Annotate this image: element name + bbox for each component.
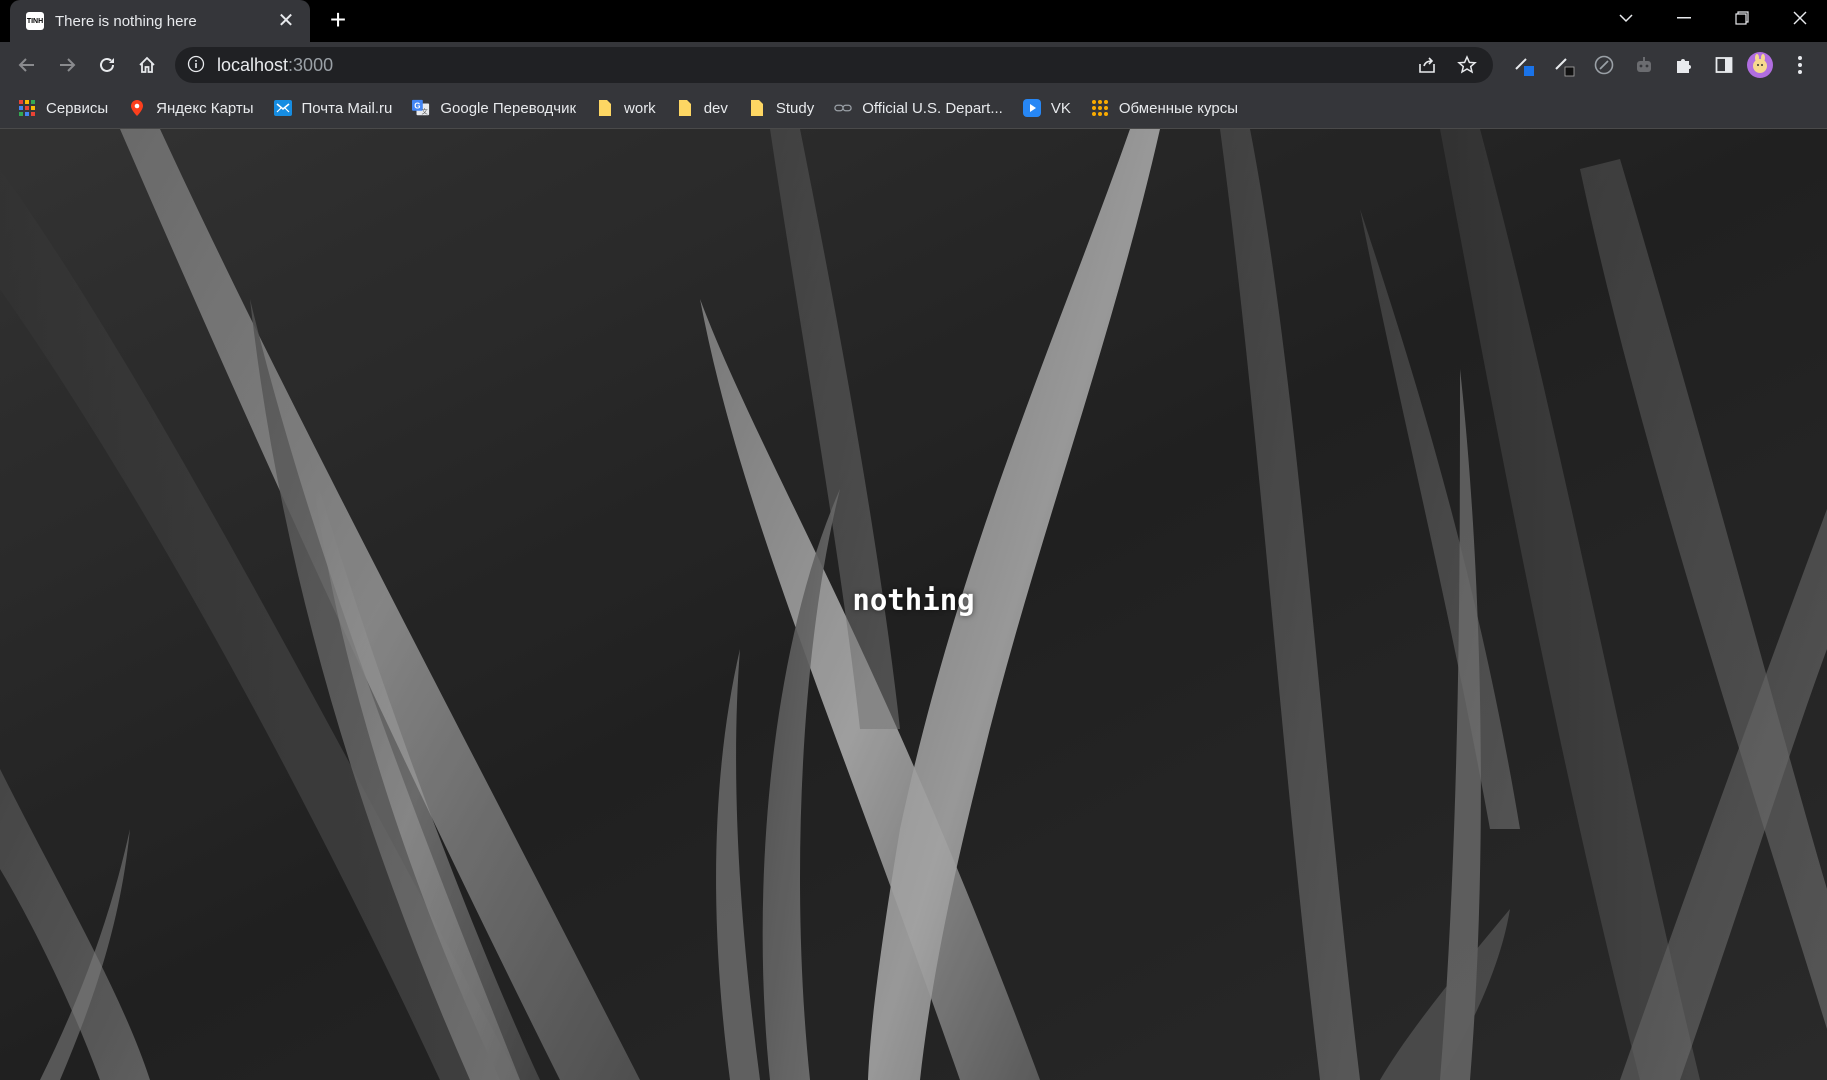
bookmark-official-us-dept[interactable]: Official U.S. Depart... [834, 93, 1013, 123]
translate-icon: G文 [412, 99, 430, 117]
folder-icon [676, 99, 694, 117]
mail-icon [273, 99, 292, 117]
url-port: :3000 [288, 55, 334, 75]
bookmark-exchange-rates[interactable]: Обменные курсы [1091, 93, 1248, 123]
bookmark-vk[interactable]: VK [1022, 93, 1081, 123]
svg-text:文: 文 [422, 106, 429, 115]
page-content: nothing [0, 129, 1827, 1080]
tab-title: There is nothing here [55, 12, 197, 30]
play-icon [1022, 99, 1041, 117]
title-bar: TINH There is nothing here ✕ + [0, 0, 1827, 42]
bookmark-services[interactable]: Сервисы [18, 93, 118, 123]
map-pin-icon [128, 99, 146, 117]
back-button[interactable] [11, 49, 43, 81]
bookmark-yandex-maps[interactable]: Яндекс Карты [128, 93, 263, 123]
extension-pen-blue-icon[interactable] [1508, 49, 1540, 81]
bookmark-mail-ru[interactable]: Почта Mail.ru [273, 93, 403, 123]
extensions-puzzle-icon[interactable] [1668, 49, 1700, 81]
bookmark-label: Яндекс Карты [156, 99, 254, 117]
bookmark-folder-study[interactable]: Study [748, 93, 824, 123]
address-bar[interactable]: localhost:3000 [175, 47, 1493, 83]
home-button[interactable] [131, 49, 163, 81]
bookmark-label: Google Переводчик [440, 99, 577, 117]
side-panel-icon[interactable] [1708, 49, 1740, 81]
reload-button[interactable] [91, 49, 123, 81]
tab-favicon: TINH [26, 12, 44, 30]
share-icon[interactable] [1417, 55, 1437, 80]
bookmark-label: Обменные курсы [1118, 99, 1238, 117]
bookmark-label: VK [1050, 99, 1071, 117]
bookmark-label: Study [775, 99, 815, 117]
active-tab[interactable]: TINH There is nothing here ✕ [10, 0, 310, 42]
folder-icon [748, 99, 766, 117]
menu-kebab-icon[interactable] [1784, 49, 1816, 81]
forward-button[interactable] [51, 49, 83, 81]
bookmark-label: Почта Mail.ru [301, 99, 393, 117]
bookmark-label: Official U.S. Depart... [862, 99, 1003, 117]
tab-close-icon[interactable]: ✕ [272, 11, 300, 31]
profile-avatar[interactable] [1744, 49, 1776, 81]
apps-grid-icon [1091, 99, 1109, 117]
restore-button[interactable] [1713, 0, 1771, 36]
bookmark-folder-work[interactable]: work [596, 93, 666, 123]
tab-search-icon[interactable] [1597, 0, 1655, 36]
site-info-icon[interactable] [187, 55, 205, 78]
extension-robot-icon[interactable] [1628, 49, 1660, 81]
bookmark-google-translate[interactable]: G文 Google Переводчик [412, 93, 586, 123]
bookmark-label: work [624, 99, 656, 117]
bookmark-folder-dev[interactable]: dev [676, 93, 738, 123]
bookmarks-bar: Сервисы Яндекс Карты Почта Mail.ru G文 Go… [0, 88, 1827, 129]
extension-compass-icon[interactable] [1588, 49, 1620, 81]
url-host: localhost [217, 55, 289, 75]
apps-grid-icon [18, 99, 36, 117]
minimize-button[interactable] [1655, 0, 1713, 36]
page-headline: nothing [852, 583, 975, 617]
svg-text:G: G [415, 101, 421, 110]
bookmark-star-icon[interactable] [1457, 55, 1477, 80]
browser-toolbar: localhost:3000 [0, 42, 1827, 88]
bookmark-label: Сервисы [46, 99, 109, 117]
close-window-button[interactable] [1771, 0, 1827, 36]
extension-pen-dark-icon[interactable] [1548, 49, 1580, 81]
link-icon [834, 99, 852, 117]
folder-icon [596, 99, 614, 117]
new-tab-button[interactable]: + [324, 6, 352, 34]
bookmark-label: dev [703, 99, 728, 117]
url-text[interactable]: localhost:3000 [217, 55, 333, 76]
